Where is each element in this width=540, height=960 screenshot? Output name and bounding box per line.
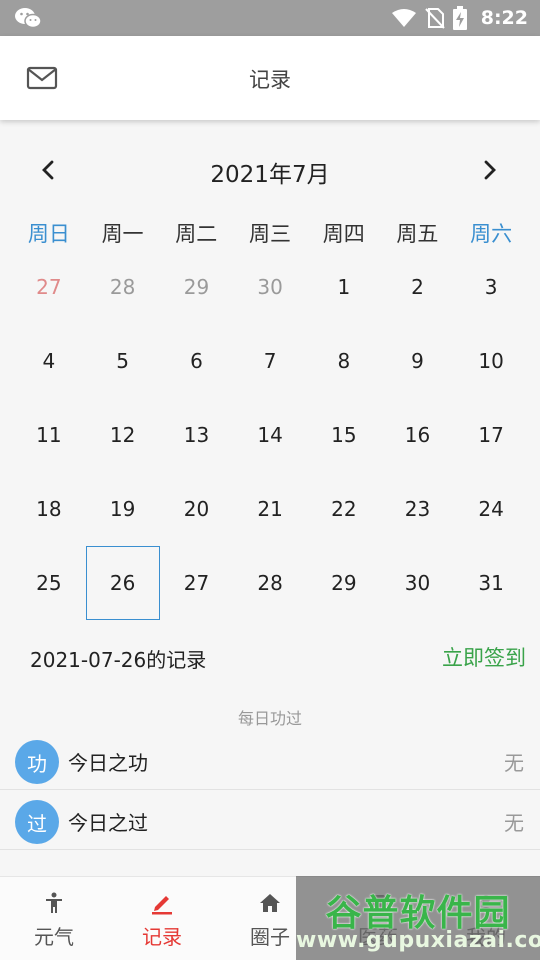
- list-item-value: 无: [504, 751, 524, 775]
- home-icon: [260, 894, 280, 912]
- calendar-day[interactable]: 5: [86, 324, 160, 398]
- calendar-day[interactable]: 25: [12, 546, 86, 620]
- pencil-icon: [152, 896, 172, 915]
- tab-yuanqi[interactable]: 元气: [0, 877, 108, 960]
- month-navigation: 2021年7月: [0, 148, 540, 192]
- calendar-day[interactable]: 9: [381, 324, 455, 398]
- chevron-right-icon[interactable]: [476, 154, 504, 186]
- tab-record[interactable]: 记录: [108, 877, 216, 960]
- weekday-thu: 周四: [322, 222, 365, 246]
- list-item-merit[interactable]: 功 今日之功 无: [0, 732, 540, 790]
- weekday-fri: 周五: [396, 222, 439, 246]
- calendar-day[interactable]: 19: [86, 472, 160, 546]
- calendar-day[interactable]: 15: [307, 398, 381, 472]
- calendar-day[interactable]: 17: [454, 398, 528, 472]
- wifi-icon: [391, 9, 416, 27]
- calendar-day[interactable]: 22: [307, 472, 381, 546]
- calendar-day[interactable]: 12: [86, 398, 160, 472]
- person-icon: [46, 892, 62, 913]
- calendar-day[interactable]: 21: [233, 472, 307, 546]
- calendar-day[interactable]: 28: [86, 250, 160, 324]
- calendar-day[interactable]: 1: [307, 250, 381, 324]
- section-title: 每日功过: [237, 709, 302, 728]
- calendar-day[interactable]: 20: [160, 472, 234, 546]
- merit-badge: 功: [15, 740, 59, 784]
- calendar-grid: 27 28 29 30 1 2 3 4 5 6 7 8 9 10 11 12 1…: [12, 250, 528, 620]
- wechat-icon: [15, 8, 42, 29]
- system-icons: 8:22: [391, 6, 528, 30]
- list-item-value: 无: [504, 811, 524, 835]
- calendar-day[interactable]: 30: [381, 546, 455, 620]
- calendar-day[interactable]: 2: [381, 250, 455, 324]
- month-label: 2021年7月: [210, 162, 330, 188]
- calendar-day[interactable]: 6: [160, 324, 234, 398]
- app-bar: 记录: [0, 36, 540, 120]
- calendar-day[interactable]: 10: [454, 324, 528, 398]
- calendar-day[interactable]: 3: [454, 250, 528, 324]
- record-date-label: 2021-07-26的记录: [30, 648, 207, 672]
- watermark-url: www.gupuxiazai.com: [296, 928, 540, 953]
- calendar-day[interactable]: 29: [307, 546, 381, 620]
- calendar-day[interactable]: 18: [12, 472, 86, 546]
- weekday-sat: 周六: [470, 222, 513, 246]
- calendar-day[interactable]: 30: [233, 250, 307, 324]
- calendar-day[interactable]: 23: [381, 472, 455, 546]
- watermark: 谷普软件园 www.gupuxiazai.com: [296, 876, 540, 960]
- calendar-day[interactable]: 7: [233, 324, 307, 398]
- tab-label: 记录: [142, 925, 182, 949]
- calendar-day[interactable]: 13: [160, 398, 234, 472]
- list-item-label: 今日之过: [68, 811, 148, 835]
- calendar-day[interactable]: 27: [12, 250, 86, 324]
- calendar-day[interactable]: 4: [12, 324, 86, 398]
- page-title: 记录: [249, 68, 291, 92]
- calendar-day[interactable]: 11: [12, 398, 86, 472]
- calendar-day[interactable]: 27: [160, 546, 234, 620]
- weekday-sun: 周日: [27, 222, 70, 246]
- calendar-day[interactable]: 24: [454, 472, 528, 546]
- list-item-label: 今日之功: [68, 751, 148, 775]
- calendar-day[interactable]: 28: [233, 546, 307, 620]
- status-bar: 8:22: [0, 0, 540, 36]
- no-sim-icon: [425, 8, 445, 29]
- weekday-mon: 周一: [101, 222, 144, 246]
- calendar-day[interactable]: 29: [160, 250, 234, 324]
- weekday-tue: 周二: [175, 222, 218, 246]
- record-row: 2021-07-26的记录 立即签到: [0, 640, 540, 676]
- calendar-day[interactable]: 31: [454, 546, 528, 620]
- weekday-wed: 周三: [248, 222, 291, 246]
- checkin-button[interactable]: 立即签到: [442, 642, 526, 672]
- list-item-demerit[interactable]: 过 今日之过 无: [0, 792, 540, 850]
- battery-charging-icon: [452, 6, 467, 30]
- weekday-header: 周日 周一 周二 周三 周四 周五 周六: [12, 214, 528, 254]
- status-time: 8:22: [480, 7, 528, 29]
- calendar-day[interactable]: 14: [233, 398, 307, 472]
- calendar-day[interactable]: 8: [307, 324, 381, 398]
- demerit-badge: 过: [15, 800, 59, 844]
- tab-label: 元气: [34, 925, 74, 949]
- calendar-day-selected[interactable]: 26: [85, 546, 160, 620]
- calendar-day[interactable]: 16: [381, 398, 455, 472]
